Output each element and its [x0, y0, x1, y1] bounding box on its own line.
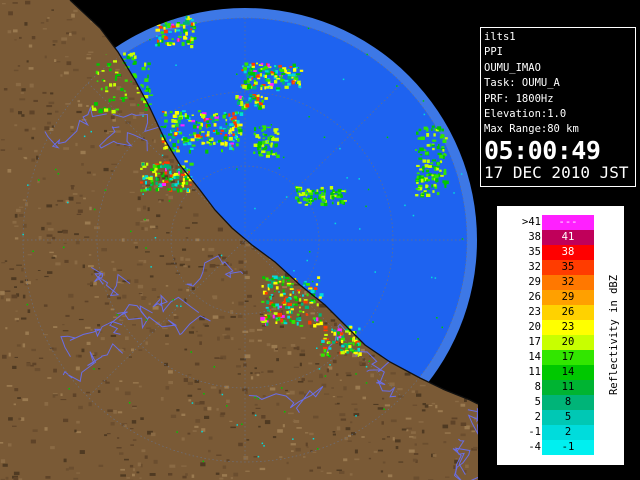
- legend-low-value: 23: [528, 306, 541, 318]
- legend-low-value: -4: [528, 441, 541, 453]
- legend-row: 26 29: [514, 290, 594, 305]
- legend-low-value: 2: [534, 411, 541, 423]
- legend-row: -4 -1: [514, 440, 594, 455]
- legend-row: 32 35: [514, 260, 594, 275]
- legend-high-value: 23: [561, 321, 575, 333]
- legend-high-value: 17: [561, 351, 575, 363]
- color-legend: >41 --- 38 41 35 38 32 35 29 32 26 29 23 26 20 23 17 20 14…: [497, 206, 624, 465]
- legend-high-value: 20: [561, 336, 575, 348]
- legend-row: 14 17: [514, 350, 594, 365]
- legend-low-value: 20: [528, 321, 541, 333]
- legend-high-value: 41: [561, 231, 575, 243]
- legend-low-value: 8: [534, 381, 541, 393]
- site-name: ilts1: [484, 31, 516, 43]
- legend-high-value: 32: [561, 276, 575, 288]
- legend-high-value: 35: [561, 261, 575, 273]
- prf-value: PRF: 1800Hz: [484, 92, 554, 105]
- legend-row: -1 2: [514, 425, 594, 440]
- legend-low-value: 26: [528, 291, 541, 303]
- legend-high-value: 8: [564, 396, 572, 408]
- legend-high-value: 38: [561, 246, 575, 258]
- legend-low-value: 35: [528, 246, 541, 258]
- legend-low-value: 17: [528, 336, 541, 348]
- legend-low-value: 11: [528, 366, 541, 378]
- legend-high-value: 2: [564, 426, 572, 438]
- legend-row: 17 20: [514, 335, 594, 350]
- legend-low-value: -1: [528, 426, 541, 438]
- legend-row: 8 11: [514, 380, 594, 395]
- task-name: Task: OUMU_A: [484, 77, 560, 90]
- legend-low-value: 38: [528, 231, 541, 243]
- legend-row: 38 41: [514, 230, 594, 245]
- observation-date: 17 DEC 2010 JST: [484, 162, 629, 182]
- legend-low-value: 32: [528, 261, 541, 273]
- legend-row: 11 14: [514, 365, 594, 380]
- legend-low-value: >41: [522, 216, 541, 228]
- info-panel: ilts1 PPI OUMU_IMAO Task: OUMU_A PRF: 18…: [480, 27, 636, 187]
- legend-rows: >41 --- 38 41 35 38 32 35 29 32 26 29 23 26 20 23 17 20 14…: [514, 215, 594, 455]
- legend-high-value: 5: [564, 411, 572, 423]
- legend-high-value: 14: [561, 366, 575, 378]
- legend-high-value: 11: [561, 381, 575, 393]
- legend-row: >41 ---: [514, 215, 594, 230]
- legend-low-value: 29: [528, 276, 541, 288]
- product-name: OUMU_IMAO: [484, 61, 541, 74]
- legend-row: 23 26: [514, 305, 594, 320]
- product-type: PPI: [484, 46, 503, 59]
- legend-high-value: -1: [561, 441, 575, 453]
- legend-high-value: 26: [561, 306, 575, 318]
- legend-unit-label: Reflectivity in dBZ: [608, 274, 620, 396]
- legend-low-value: 14: [528, 351, 541, 363]
- legend-row: 25: [514, 410, 594, 425]
- observation-time: 05:00:49: [484, 135, 601, 165]
- legend-row: 35 38: [514, 245, 594, 260]
- legend-high-value: ---: [558, 216, 578, 228]
- legend-high-value: 29: [561, 291, 575, 303]
- elevation-value: Elevation:1.0: [484, 108, 567, 121]
- legend-row: 58: [514, 395, 594, 410]
- legend-row: 20 23: [514, 320, 594, 335]
- legend-row: 29 32: [514, 275, 594, 290]
- legend-low-value: 5: [534, 396, 541, 408]
